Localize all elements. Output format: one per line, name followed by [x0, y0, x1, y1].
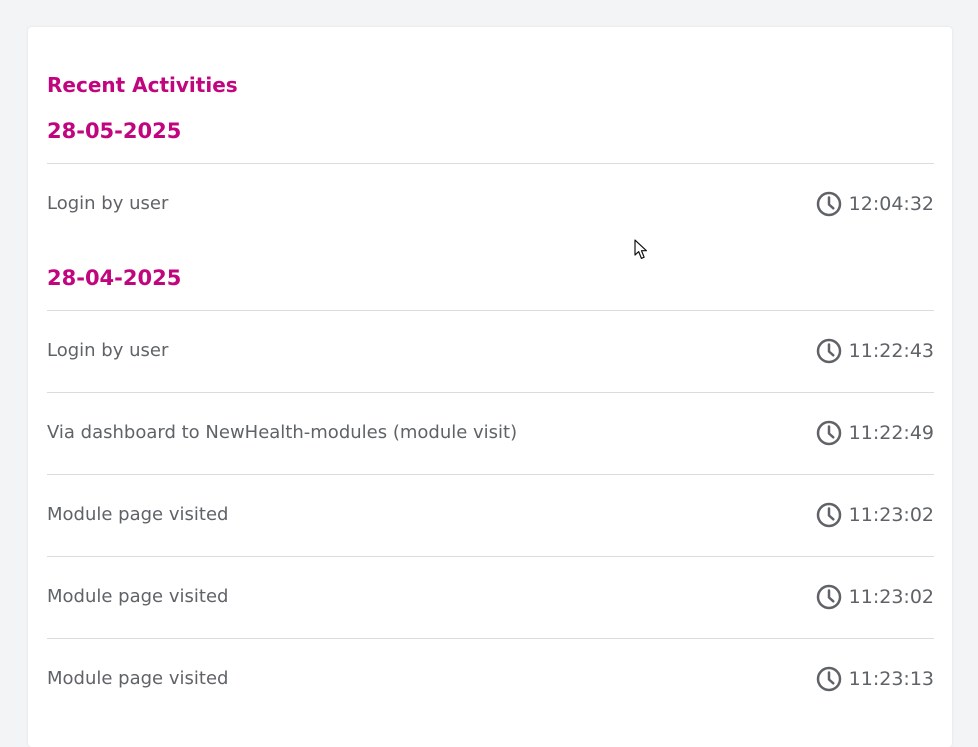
activity-row: Module page visited 11:23:13 [47, 638, 934, 720]
activity-time: 11:22:43 [848, 340, 934, 362]
activity-date-heading: 28-05-2025 [47, 119, 182, 143]
clock-icon [816, 666, 841, 692]
clock-icon [816, 502, 841, 528]
activity-timestamp: 12:04:32 [816, 190, 934, 218]
activity-description: Login by user [47, 193, 169, 214]
activity-date-heading: 28-04-2025 [47, 266, 182, 290]
clock-icon [816, 584, 841, 610]
activity-row: Module page visited 11:23:02 [47, 556, 934, 638]
activity-row: Login by user 12:04:32 [47, 163, 934, 245]
recent-activities-title: Recent Activities [47, 73, 238, 97]
activity-time: 12:04:32 [848, 193, 934, 215]
activity-row: Login by user 11:22:43 [47, 310, 934, 392]
recent-activities-card: Recent Activities 28-05-2025 Login by us… [28, 27, 952, 747]
activity-description: Module page visited [47, 586, 229, 607]
activity-row: Via dashboard to NewHealth-modules (modu… [47, 392, 934, 474]
activity-timestamp: 11:22:43 [816, 337, 934, 365]
activity-timestamp: 11:22:49 [816, 419, 934, 447]
clock-icon [816, 338, 841, 364]
activity-time: 11:23:02 [848, 586, 934, 608]
activity-description: Login by user [47, 340, 169, 361]
clock-icon [816, 420, 841, 446]
activity-timestamp: 11:23:02 [816, 501, 934, 529]
clock-icon [816, 191, 841, 217]
activity-description: Via dashboard to NewHealth-modules (modu… [47, 422, 518, 443]
activity-time: 11:23:13 [848, 668, 934, 690]
activity-description: Module page visited [47, 504, 229, 525]
activity-row: Module page visited 11:23:02 [47, 474, 934, 556]
activity-time: 11:23:02 [848, 504, 934, 526]
activity-time: 11:22:49 [848, 422, 934, 444]
activity-description: Module page visited [47, 668, 229, 689]
activity-timestamp: 11:23:02 [816, 583, 934, 611]
activity-timestamp: 11:23:13 [816, 665, 934, 693]
